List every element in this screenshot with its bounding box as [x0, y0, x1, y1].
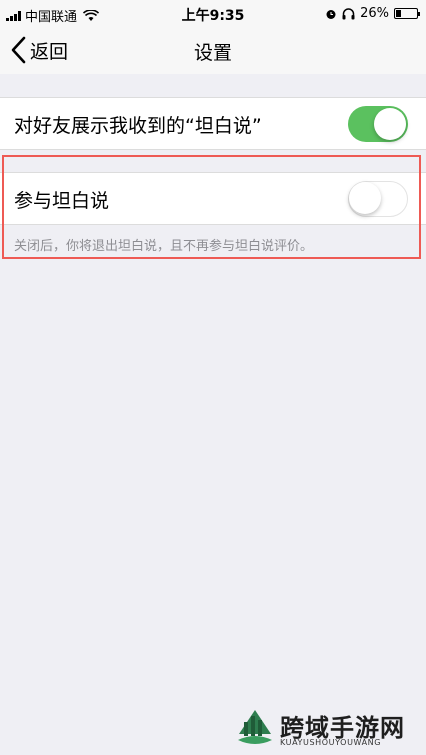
battery-percent: 26%: [360, 6, 389, 21]
highlight-box: [2, 155, 421, 259]
alarm-icon: [326, 9, 336, 19]
watermark-logo-icon: [238, 710, 272, 744]
show-to-friends-toggle[interactable]: [348, 106, 408, 142]
toggle-knob: [374, 108, 406, 140]
watermark: 跨域手游网 KUAYUSHOUYOUWANG: [234, 706, 422, 752]
watermark-subtitle: KUAYUSHOUYOUWANG: [280, 738, 382, 747]
status-right: 26%: [325, 6, 420, 21]
headphones-icon: [342, 7, 355, 19]
navigation-bar: 返回 设置: [0, 28, 426, 74]
page-title: 设置: [193, 42, 232, 64]
battery-icon: [394, 8, 420, 19]
battery-fill: [396, 10, 402, 17]
setting-row-show-to-friends: 对好友展示我收到的“坦白说”: [0, 97, 426, 150]
setting-label-show-to-friends: 对好友展示我收到的“坦白说”: [14, 115, 262, 137]
status-bar: 中国联通 上午9:35 26%: [0, 0, 426, 28]
